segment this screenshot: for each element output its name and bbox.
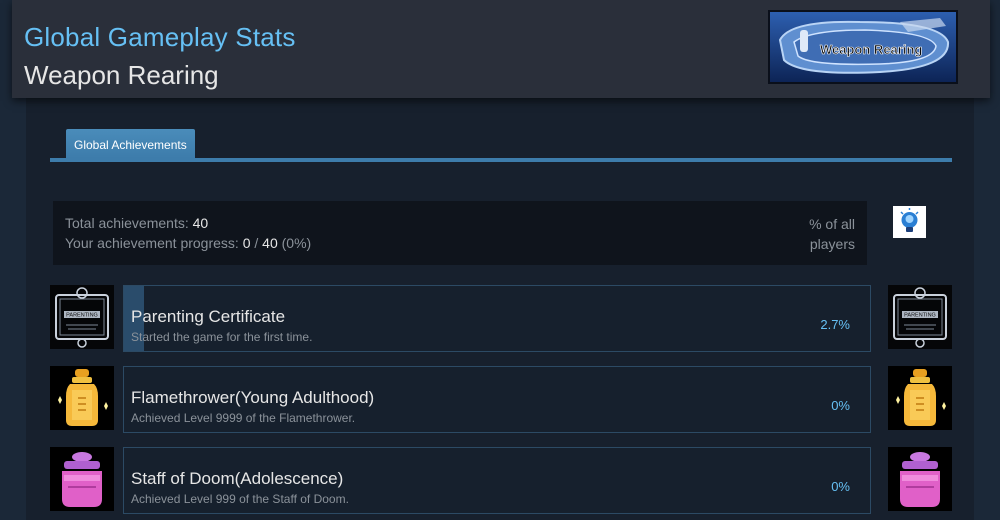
certificate-label: PARENTING xyxy=(66,313,98,319)
achievement-description: Achieved Level 9999 of the Flamethrower. xyxy=(131,411,356,425)
achievement-name: Flamethrower(Young Adulthood) xyxy=(131,388,375,407)
certificate-icon: PARENTING xyxy=(888,285,952,349)
achievement-box: Flamethrower(Young Adulthood) Achieved L… xyxy=(123,366,871,433)
achievement-row[interactable]: Flamethrower(Young Adulthood) Achieved L… xyxy=(0,366,1000,433)
page-title: Global Gameplay Stats xyxy=(24,22,296,52)
achievement-summary: Total achievements: 40 Your achievement … xyxy=(53,201,867,265)
page-header: Global Gameplay Stats Weapon Rearing Wea… xyxy=(12,0,990,98)
progress-total: 40 xyxy=(262,235,278,251)
total-label: Total achievements: xyxy=(65,215,189,231)
achievement-percent: 2.7% xyxy=(820,317,850,332)
percent-header-line2: players xyxy=(809,236,855,252)
achievement-description: Achieved Level 999 of the Staff of Doom. xyxy=(131,492,349,506)
game-name: Weapon Rearing xyxy=(24,60,219,90)
pink-bottle-icon xyxy=(888,447,952,511)
tab-underline xyxy=(50,158,952,162)
achievement-box: Staff of Doom(Adolescence) Achieved Leve… xyxy=(123,447,871,514)
achievement-progress: Your achievement progress: 0 / 40 (0%) xyxy=(65,235,311,251)
game-logo-text: Weapon Rearing xyxy=(820,42,922,57)
tab-global-achievements[interactable]: Global Achievements xyxy=(66,129,195,158)
certificate-label: PARENTING xyxy=(904,313,936,319)
percent-column-header: % of all players xyxy=(775,214,855,254)
achievement-description: Started the game for the first time. xyxy=(131,330,313,344)
total-achievements: Total achievements: 40 xyxy=(65,215,208,231)
progress-unlocked: 0 xyxy=(242,235,251,251)
progress-separator: / xyxy=(254,235,259,251)
gold-bottle-icon xyxy=(888,366,952,430)
certificate-icon: PARENTING xyxy=(50,285,114,349)
pink-bottle-icon xyxy=(50,447,114,511)
achievement-row[interactable]: Staff of Doom(Adolescence) Achieved Leve… xyxy=(0,447,1000,514)
total-value: 40 xyxy=(192,215,209,231)
achievement-percent: 0% xyxy=(831,398,850,413)
achievement-percent: 0% xyxy=(831,479,850,494)
progress-label: Your achievement progress: xyxy=(65,235,239,251)
achievement-name: Parenting Certificate xyxy=(131,307,286,326)
game-logo-art: Weapon Rearing xyxy=(770,12,956,82)
game-logo[interactable]: Weapon Rearing xyxy=(768,10,958,84)
achievement-box: Parenting Certificate Started the game f… xyxy=(123,285,871,352)
gold-bottle-icon xyxy=(50,366,114,430)
achievement-name: Staff of Doom(Adolescence) xyxy=(131,469,344,488)
percent-header-line1: % of all xyxy=(809,216,855,232)
progress-percent: (0%) xyxy=(281,235,312,251)
lightbulb-icon[interactable] xyxy=(893,206,926,238)
achievement-row[interactable]: PARENTING Parenting Certificate Started … xyxy=(0,285,1000,352)
